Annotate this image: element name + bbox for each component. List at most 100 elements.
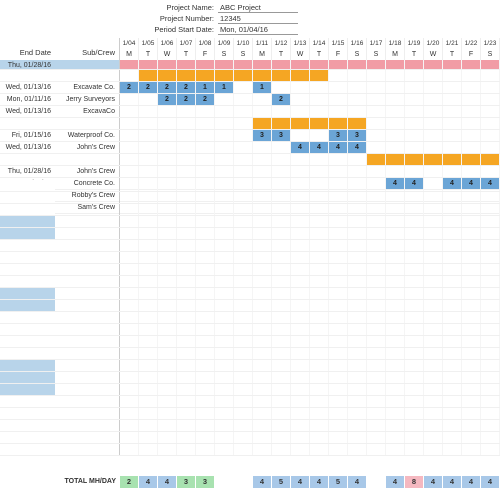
day-cell[interactable] — [272, 106, 291, 117]
day-cell[interactable]: 4 — [291, 142, 310, 153]
day-cell[interactable] — [367, 106, 386, 117]
day-cell[interactable] — [443, 166, 462, 177]
day-cell[interactable] — [367, 166, 386, 177]
end-date-cell[interactable]: Mon, 01/11/16 — [0, 94, 55, 105]
day-cell[interactable] — [158, 106, 177, 117]
day-cell[interactable] — [272, 60, 291, 69]
empty-row[interactable] — [0, 192, 500, 204]
day-cell[interactable] — [177, 166, 196, 177]
day-cell[interactable] — [158, 142, 177, 153]
end-date-cell[interactable]: Wed, 01/13/16 — [0, 106, 55, 117]
day-cell[interactable] — [215, 70, 234, 81]
day-cell[interactable] — [310, 130, 329, 141]
day-cell[interactable] — [443, 130, 462, 141]
day-cell[interactable] — [443, 60, 462, 69]
task-row[interactable]: Wed, 01/13/16John's Crew4444 — [0, 142, 500, 154]
day-cell[interactable] — [139, 154, 158, 165]
day-cell[interactable] — [310, 70, 329, 81]
sub-crew-cell[interactable]: John's Crew — [55, 142, 120, 153]
end-date-cell[interactable]: Thu, 01/28/16 — [0, 60, 55, 69]
day-cell[interactable] — [310, 154, 329, 165]
day-cell[interactable] — [481, 94, 500, 105]
day-cell[interactable] — [443, 118, 462, 129]
day-cell[interactable] — [348, 70, 367, 81]
day-cell[interactable] — [443, 106, 462, 117]
day-cell[interactable] — [177, 154, 196, 165]
period-start-value[interactable]: Mon, 01/04/16 — [218, 24, 298, 35]
empty-row[interactable] — [0, 408, 500, 420]
day-cell[interactable] — [443, 82, 462, 93]
day-cell[interactable] — [234, 154, 253, 165]
day-cell[interactable] — [367, 130, 386, 141]
day-cell[interactable] — [386, 166, 405, 177]
day-cell[interactable] — [405, 118, 424, 129]
end-date-cell[interactable] — [0, 70, 55, 81]
day-cell[interactable]: 2 — [272, 94, 291, 105]
day-cell[interactable]: 3 — [272, 130, 291, 141]
task-row[interactable]: Thu, 01/28/16John's Crew — [0, 166, 500, 178]
day-cell[interactable] — [139, 94, 158, 105]
day-cell[interactable] — [367, 142, 386, 153]
day-cell[interactable] — [215, 60, 234, 69]
day-cell[interactable] — [462, 70, 481, 81]
day-cell[interactable] — [177, 70, 196, 81]
day-cell[interactable] — [291, 130, 310, 141]
day-cell[interactable] — [424, 166, 443, 177]
empty-row[interactable] — [0, 396, 500, 408]
day-cell[interactable] — [272, 154, 291, 165]
empty-row[interactable] — [0, 228, 500, 240]
day-cell[interactable] — [139, 166, 158, 177]
day-cell[interactable] — [424, 82, 443, 93]
empty-row[interactable] — [0, 216, 500, 228]
day-cell[interactable] — [158, 130, 177, 141]
end-date-cell[interactable]: Wed, 01/13/16 — [0, 82, 55, 93]
day-cell[interactable] — [291, 106, 310, 117]
day-cell[interactable] — [120, 70, 139, 81]
day-cell[interactable] — [139, 60, 158, 69]
day-cell[interactable] — [424, 130, 443, 141]
day-cell[interactable] — [234, 70, 253, 81]
day-cell[interactable]: 2 — [196, 94, 215, 105]
empty-row[interactable] — [0, 300, 500, 312]
day-cell[interactable] — [158, 60, 177, 69]
day-cell[interactable] — [139, 106, 158, 117]
day-cell[interactable] — [348, 154, 367, 165]
day-cell[interactable] — [196, 118, 215, 129]
end-date-cell[interactable]: Fri, 01/15/16 — [0, 130, 55, 141]
day-cell[interactable] — [291, 82, 310, 93]
day-cell[interactable] — [253, 166, 272, 177]
project-name-value[interactable]: ABC Project — [218, 2, 298, 13]
day-cell[interactable] — [120, 142, 139, 153]
day-cell[interactable] — [215, 154, 234, 165]
day-cell[interactable] — [215, 118, 234, 129]
empty-row[interactable] — [0, 432, 500, 444]
day-cell[interactable] — [158, 118, 177, 129]
project-number-value[interactable]: 12345 — [218, 13, 298, 24]
day-cell[interactable] — [120, 154, 139, 165]
empty-row[interactable] — [0, 204, 500, 216]
day-cell[interactable] — [329, 82, 348, 93]
day-cell[interactable] — [424, 142, 443, 153]
sub-crew-cell[interactable]: ExcavaCo — [55, 106, 120, 117]
day-cell[interactable] — [234, 130, 253, 141]
day-cell[interactable] — [462, 118, 481, 129]
day-cell[interactable] — [234, 60, 253, 69]
day-cell[interactable] — [272, 166, 291, 177]
empty-row[interactable] — [0, 324, 500, 336]
day-cell[interactable] — [310, 106, 329, 117]
task-row[interactable] — [0, 118, 500, 130]
day-cell[interactable] — [139, 142, 158, 153]
day-cell[interactable] — [291, 60, 310, 69]
day-cell[interactable] — [196, 130, 215, 141]
day-cell[interactable]: 2 — [177, 82, 196, 93]
sub-crew-cell[interactable]: Excavate Co. — [55, 82, 120, 93]
day-cell[interactable] — [481, 130, 500, 141]
end-date-cell[interactable]: Thu, 01/28/16 — [0, 166, 55, 177]
sub-crew-cell[interactable]: Jerry Surveyors — [55, 94, 120, 105]
day-cell[interactable] — [310, 82, 329, 93]
day-cell[interactable] — [348, 60, 367, 69]
day-cell[interactable] — [253, 106, 272, 117]
day-cell[interactable] — [215, 94, 234, 105]
day-cell[interactable] — [310, 166, 329, 177]
day-cell[interactable] — [424, 154, 443, 165]
